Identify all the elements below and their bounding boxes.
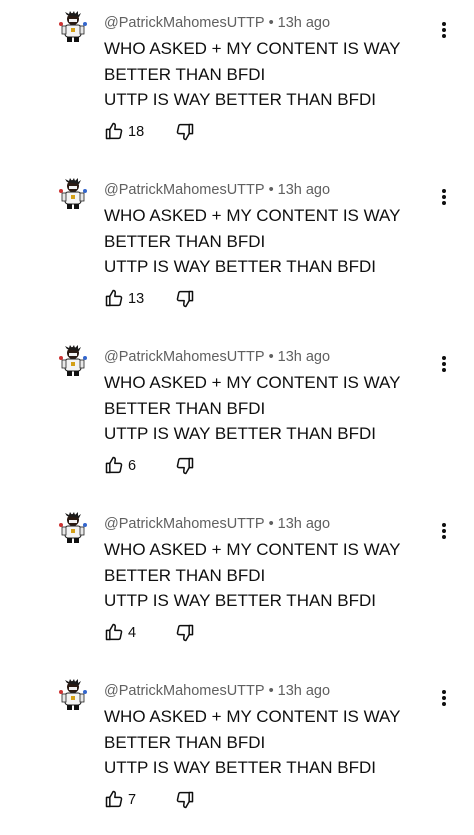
comment-actions: 6 [104,455,224,477]
thumb-up-icon[interactable] [104,622,124,642]
like-count: 18 [128,124,145,140]
thumb-up-icon[interactable] [104,789,124,809]
comment-line: UTTP IS WAY BETTER THAN BFDI [104,257,377,276]
comment-text: WHO ASKED + MY CONTENT IS WAY BETTER THA… [104,203,400,280]
thumb-down-icon[interactable] [175,456,195,476]
comment-header: @PatrickMahomesUTTP • 13h ago [104,14,330,32]
comment-time[interactable]: 13h ago [278,349,330,365]
comment-text: WHO ASKED + MY CONTENT IS WAY BETTER THA… [104,36,400,113]
avatar[interactable] [56,344,90,378]
more-vert-icon[interactable] [436,354,452,374]
thumb-down-icon[interactable] [175,289,195,309]
comment-text: WHO ASKED + MY CONTENT IS WAY BETTER THA… [104,537,400,614]
comment-list: @PatrickMahomesUTTP • 13h ago WHO ASKED + … [0,0,474,833]
comment-author[interactable]: @PatrickMahomesUTTP [104,15,265,31]
comment: @PatrickMahomesUTTP • 13h ago WHO ASKED + … [0,167,474,334]
avatar[interactable] [56,10,90,44]
comment-author[interactable]: @PatrickMahomesUTTP [104,349,265,365]
more-vert-icon[interactable] [436,187,452,207]
comment-line: WHO ASKED + MY CONTENT IS WAY [104,540,401,559]
comment-line: BETTER THAN BFDI [104,565,266,585]
thumb-up-icon[interactable] [104,121,124,141]
comment-text: WHO ASKED + MY CONTENT IS WAY BETTER THA… [104,704,400,781]
comment-time[interactable]: 13h ago [278,182,330,198]
comment-line: BETTER THAN BFDI [104,231,266,251]
comment-line: UTTP IS WAY BETTER THAN BFDI [104,424,377,443]
comment-time[interactable]: 13h ago [278,683,330,699]
comment-actions: 4 [104,622,224,644]
like-count: 4 [128,625,137,641]
thumb-up-icon[interactable] [104,288,124,308]
avatar[interactable] [56,177,90,211]
thumb-down-icon[interactable] [175,790,195,810]
comment-header: @PatrickMahomesUTTP • 13h ago [104,515,330,533]
meta-separator: • [268,349,274,365]
comment-header: @PatrickMahomesUTTP • 13h ago [104,682,330,700]
comment-actions: 13 [104,288,224,310]
comment: @PatrickMahomesUTTP • 13h ago WHO ASKED + … [0,334,474,501]
more-vert-icon[interactable] [436,688,452,708]
avatar[interactable] [56,678,90,712]
thumb-down-icon[interactable] [175,623,195,643]
comment-time[interactable]: 13h ago [278,15,330,31]
comment-text: WHO ASKED + MY CONTENT IS WAY BETTER THA… [104,370,400,447]
meta-separator: • [268,516,274,532]
comment-line: BETTER THAN BFDI [104,64,266,84]
comment-header: @PatrickMahomesUTTP • 13h ago [104,348,330,366]
like-count: 7 [128,792,137,808]
comment-time[interactable]: 13h ago [278,516,330,532]
like-count: 13 [128,291,145,307]
comment-actions: 18 [104,121,224,143]
meta-separator: • [268,15,274,31]
meta-separator: • [268,182,274,198]
comment: @PatrickMahomesUTTP • 13h ago WHO ASKED + … [0,0,474,167]
thumb-down-icon[interactable] [175,122,195,142]
meta-separator: • [268,683,274,699]
comment-line: WHO ASKED + MY CONTENT IS WAY [104,373,401,392]
comment-line: UTTP IS WAY BETTER THAN BFDI [104,758,377,777]
comment-author[interactable]: @PatrickMahomesUTTP [104,683,265,699]
like-count: 6 [128,458,137,474]
comment: @PatrickMahomesUTTP • 13h ago WHO ASKED + … [0,668,474,835]
comment-line: WHO ASKED + MY CONTENT IS WAY [104,206,401,225]
more-vert-icon[interactable] [436,20,452,40]
comment-line: WHO ASKED + MY CONTENT IS WAY [104,707,401,726]
comment-author[interactable]: @PatrickMahomesUTTP [104,516,265,532]
comment-line: BETTER THAN BFDI [104,398,266,418]
comment-line: BETTER THAN BFDI [104,732,266,752]
comment: @PatrickMahomesUTTP • 13h ago WHO ASKED + … [0,501,474,668]
avatar[interactable] [56,511,90,545]
comment-header: @PatrickMahomesUTTP • 13h ago [104,181,330,199]
comment-actions: 7 [104,789,224,811]
comment-line: UTTP IS WAY BETTER THAN BFDI [104,90,377,109]
comment-line: WHO ASKED + MY CONTENT IS WAY [104,39,401,58]
more-vert-icon[interactable] [436,521,452,541]
comment-line: UTTP IS WAY BETTER THAN BFDI [104,591,377,610]
comment-author[interactable]: @PatrickMahomesUTTP [104,182,265,198]
thumb-up-icon[interactable] [104,455,124,475]
